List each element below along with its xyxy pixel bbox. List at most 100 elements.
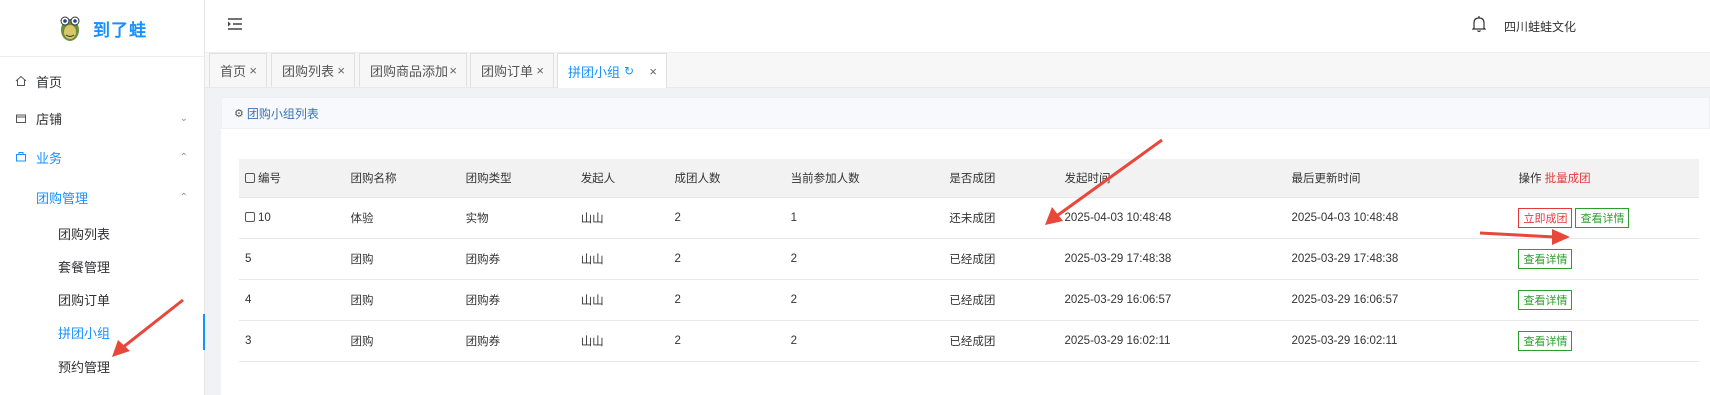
column-header-current: 当前参加人数 [784, 159, 944, 198]
column-header-name: 团购名称 [344, 159, 460, 198]
sidebar-item-label: 团购列表 [58, 226, 111, 242]
row-name: 团购 [344, 320, 460, 362]
gear-icon: ⚙ [234, 107, 244, 120]
sidebar-item-shop[interactable]: 店铺 ⌄ [0, 100, 204, 136]
row-updated-time: 2025-03-29 16:02:11 [1285, 320, 1513, 362]
table-row: 10 体验 实物 山山 2 1 还未成团 2025-04-03 10:48:48… [239, 197, 1699, 239]
row-required: 2 [668, 320, 785, 362]
tab-label: 团购列表 [282, 64, 335, 79]
brand-name: 到了蛙 [93, 20, 147, 40]
table-header-row: 编号 团购名称 团购类型 发起人 成团人数 当前参加人数 是否成团 发起时间 最… [239, 159, 1699, 198]
sidebar-item-home[interactable]: 首页 [0, 63, 204, 99]
sidebar-item-label: 拼团小组 [58, 325, 111, 341]
row-status: 已经成团 [943, 279, 1059, 321]
close-icon[interactable]: × [649, 64, 657, 79]
tab-pintuan-group[interactable]: 拼团小组 ↻ × [557, 53, 667, 88]
row-id: 3 [239, 320, 345, 362]
sidebar-item-label: 预约管理 [58, 359, 111, 375]
row-start-time: 2025-03-29 16:06:57 [1058, 279, 1286, 321]
sidebar-item-groupbuy-list[interactable]: 团购列表 [0, 215, 204, 251]
close-icon[interactable]: × [449, 63, 457, 78]
complete-now-button[interactable]: 立即成团 [1518, 207, 1573, 228]
home-icon [14, 74, 28, 88]
row-start-time: 2025-04-03 10:48:48 [1058, 197, 1286, 239]
close-icon[interactable]: × [249, 63, 257, 78]
tab-label: 首页 [220, 64, 247, 79]
sidebar-item-label: 团购管理 [36, 190, 89, 206]
row-type: 实物 [459, 197, 575, 239]
panel-body: 编号 团购名称 团购类型 发起人 成团人数 当前参加人数 是否成团 发起时间 最… [221, 129, 1710, 395]
row-initiator: 山山 [574, 197, 669, 239]
pintuan-group-table: 编号 团购名称 团购类型 发起人 成团人数 当前参加人数 是否成团 发起时间 最… [239, 159, 1699, 362]
row-initiator: 山山 [574, 238, 669, 280]
tab-home[interactable]: 首页 × [209, 53, 267, 87]
row-initiator: 山山 [574, 320, 669, 362]
sidebar-item-package-management[interactable]: 套餐管理 [0, 248, 204, 284]
bell-icon[interactable] [1471, 15, 1487, 36]
sidebar-item-groupbuy-management[interactable]: 团购管理 ⌃ [0, 179, 204, 215]
column-header-actions: 操作 批量成团 [1512, 159, 1699, 198]
column-header-id[interactable]: 编号 [239, 159, 345, 198]
chevron-up-icon: ⌃ [179, 151, 188, 163]
menu-fold-icon[interactable] [227, 16, 243, 32]
row-actions: 立即成团 查看详情 [1512, 197, 1699, 239]
tab-groupbuy-orders[interactable]: 团购订单 × [470, 53, 554, 87]
row-required: 2 [668, 238, 785, 280]
refresh-icon[interactable]: ↻ [624, 64, 634, 78]
tab-label: 团购订单 [481, 64, 534, 79]
chevron-down-icon: ⌄ [179, 112, 188, 124]
row-actions: 查看详情 [1512, 320, 1699, 362]
business-icon [14, 150, 28, 164]
row-updated-time: 2025-04-03 10:48:48 [1285, 197, 1513, 239]
row-id: 5 [239, 238, 345, 280]
top-header: 四川蛙蛙文化 [205, 0, 1710, 53]
main-content: ⚙ 团购小组列表 编号 团购名称 团购类型 发起人 成团人数 当前参加人数 是否… [205, 88, 1710, 395]
close-icon[interactable]: × [337, 63, 345, 78]
row-status: 还未成团 [943, 197, 1059, 239]
sidebar-item-label: 团购订单 [58, 292, 111, 308]
row-actions: 查看详情 [1512, 279, 1699, 321]
row-checkbox[interactable] [245, 211, 255, 222]
sidebar-item-groupbuy-orders[interactable]: 团购订单 [0, 281, 204, 317]
sidebar-item-reservation-management[interactable]: 预约管理 [0, 348, 204, 384]
view-details-button[interactable]: 查看详情 [1518, 289, 1573, 310]
view-details-button[interactable]: 查看详情 [1575, 207, 1630, 228]
row-current: 2 [784, 320, 944, 362]
select-all-checkbox[interactable] [245, 172, 255, 183]
brand-logo[interactable]: 到了蛙 [0, 0, 204, 57]
column-header-type: 团购类型 [459, 159, 575, 198]
close-icon[interactable]: × [536, 63, 544, 78]
row-id-cell: 10 [239, 197, 345, 239]
column-header-status: 是否成团 [943, 159, 1059, 198]
row-name: 体验 [344, 197, 460, 239]
row-status: 已经成团 [943, 238, 1059, 280]
row-type: 团购券 [459, 279, 575, 321]
column-header-initiator: 发起人 [574, 159, 669, 198]
panel-title: 团购小组列表 [246, 106, 319, 121]
sidebar-item-label: 业务 [36, 150, 63, 166]
company-name[interactable]: 四川蛙蛙文化 [1504, 18, 1576, 35]
batch-complete-link[interactable]: 批量成团 [1545, 173, 1591, 185]
tab-groupbuy-goods-add[interactable]: 团购商品添加 × [359, 53, 467, 87]
row-name: 团购 [344, 238, 460, 280]
sidebar-item-pintuan-group[interactable]: 拼团小组 [0, 314, 205, 350]
column-header-updated-time: 最后更新时间 [1285, 159, 1513, 198]
tab-groupbuy-list[interactable]: 团购列表 × [271, 53, 355, 87]
row-current: 1 [784, 197, 944, 239]
row-name: 团购 [344, 279, 460, 321]
sidebar-item-business[interactable]: 业务 ⌃ [0, 139, 204, 175]
row-current: 2 [784, 238, 944, 280]
row-type: 团购券 [459, 320, 575, 362]
panel-header: ⚙ 团购小组列表 [221, 97, 1710, 129]
tab-bar: 首页 × 团购列表 × 团购商品添加 × 团购订单 × 拼团小组 ↻ × [205, 53, 1710, 88]
table-row: 5 团购 团购券 山山 2 2 已经成团 2025-03-29 17:48:38… [239, 238, 1699, 280]
row-actions: 查看详情 [1512, 238, 1699, 280]
column-header-required: 成团人数 [668, 159, 785, 198]
frog-logo-icon [57, 13, 83, 43]
view-details-button[interactable]: 查看详情 [1518, 248, 1573, 269]
row-start-time: 2025-03-29 17:48:38 [1058, 238, 1286, 280]
sidebar-item-label: 套餐管理 [58, 259, 111, 275]
shop-icon [14, 111, 28, 125]
sidebar-item-label: 首页 [36, 74, 63, 90]
view-details-button[interactable]: 查看详情 [1518, 330, 1573, 351]
